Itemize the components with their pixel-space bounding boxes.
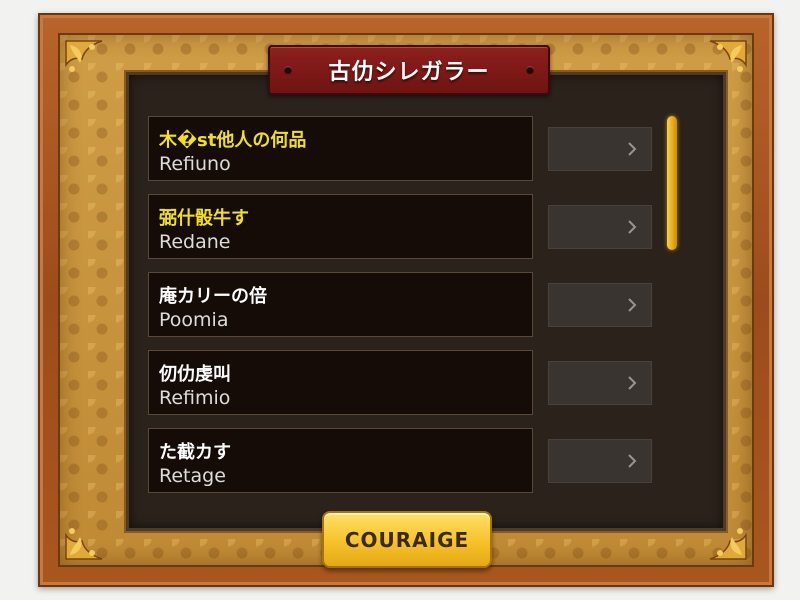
ornament-icon (62, 37, 124, 99)
chevron-right-icon (628, 376, 637, 390)
ornament-icon (62, 501, 124, 563)
item-open-button[interactable] (548, 283, 652, 327)
item-subtitle: Refiuno (159, 153, 231, 175)
item-subtitle: Poomia (159, 309, 229, 331)
chevron-right-icon (628, 220, 637, 234)
item-subtitle: Redane (159, 231, 231, 253)
item-open-button[interactable] (548, 361, 652, 405)
courage-button-label: COURAIGE (344, 527, 470, 552)
item-title: 仞仂虔叫 (159, 364, 231, 385)
title-plate: 古仂シレガラー (268, 45, 550, 95)
item-open-button[interactable] (548, 127, 652, 171)
chevron-right-icon (628, 298, 637, 312)
item-title: た截カす (159, 442, 231, 463)
scrollbar-thumb[interactable] (667, 116, 677, 250)
courage-button[interactable]: COURAIGE (322, 511, 492, 568)
item-subtitle: Retage (159, 465, 226, 487)
chevron-right-icon (628, 142, 637, 156)
list-item[interactable]: 木�st他人の何品 Refiuno (148, 116, 533, 181)
list-item[interactable]: 庵カリーの倍 Poomia (148, 272, 533, 337)
item-open-button[interactable] (548, 205, 652, 249)
list-item[interactable]: 弼什骰牛す Redane (148, 194, 533, 259)
rivet-icon (284, 66, 292, 74)
item-title: 庵カリーの倍 (159, 286, 267, 307)
page-title: 古仂シレガラー (328, 60, 490, 85)
item-open-button[interactable] (548, 439, 652, 483)
list-item[interactable]: た截カす Retage (148, 428, 533, 493)
rivet-icon (526, 66, 534, 74)
item-title: 木�st他人の何品 (159, 130, 307, 151)
list-item[interactable]: 仞仂虔叫 Refimio (148, 350, 533, 415)
item-title: 弼什骰牛す (159, 208, 249, 229)
item-subtitle: Refimio (159, 387, 231, 409)
chevron-right-icon (628, 454, 637, 468)
